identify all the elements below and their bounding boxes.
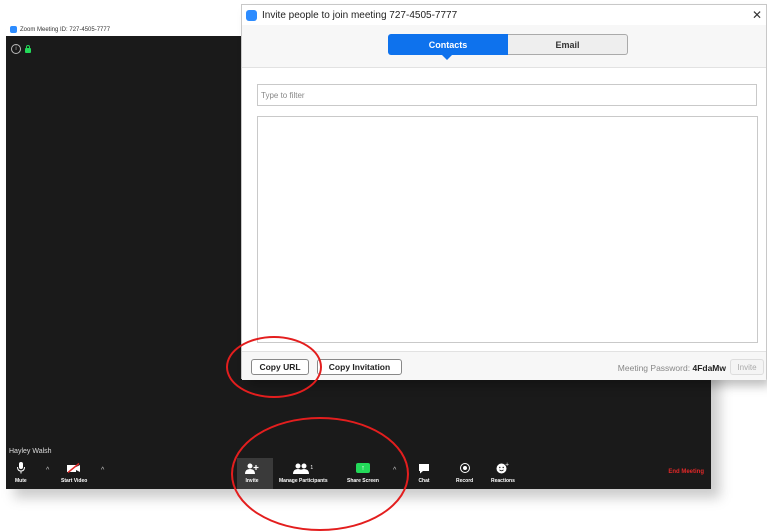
mute-label: Mute xyxy=(15,478,27,484)
invite-tab-header: Contacts Email xyxy=(242,25,766,68)
participant-name: Hayley Walsh xyxy=(9,448,52,455)
meeting-title: Zoom Meeting ID: 727-4505-7777 xyxy=(20,26,111,33)
zoom-logo-icon xyxy=(10,26,17,33)
lock-icon[interactable] xyxy=(25,45,31,53)
filter-input[interactable] xyxy=(257,84,757,106)
info-icon[interactable]: i xyxy=(11,44,21,54)
record-label: Record xyxy=(456,478,474,484)
contacts-list[interactable] xyxy=(257,116,758,343)
invite-dialog-titlebar: Invite people to join meeting 727-4505-7… xyxy=(242,5,766,25)
microphone-icon xyxy=(16,461,25,475)
audio-options-chevron-up-icon[interactable]: ^ xyxy=(46,467,49,474)
smiley-plus-icon: + xyxy=(496,461,509,475)
start-video-button[interactable]: Start Video xyxy=(61,461,87,484)
tab-email[interactable]: Email xyxy=(508,34,628,55)
tab-contacts[interactable]: Contacts xyxy=(388,34,508,60)
meeting-status-icons: i xyxy=(11,44,31,54)
reactions-button[interactable]: + Reactions xyxy=(491,461,515,484)
svg-text:+: + xyxy=(505,462,509,468)
zoom-logo-icon xyxy=(246,9,257,21)
meeting-password: Meeting Password: 4FdaMw xyxy=(618,363,726,373)
meeting-password-value: 4FdaMw xyxy=(692,363,726,373)
invite-tabs: Contacts Email xyxy=(388,34,628,60)
end-meeting-button[interactable]: End Meeting xyxy=(668,469,704,475)
invite-submit-button[interactable]: Invite xyxy=(730,359,764,375)
mute-button[interactable]: Mute xyxy=(15,461,27,484)
reactions-label: Reactions xyxy=(491,478,515,484)
record-button[interactable]: Record xyxy=(456,461,473,484)
chat-button[interactable]: Chat xyxy=(418,461,430,484)
copy-invitation-button[interactable]: Copy Invitation xyxy=(317,359,402,375)
video-off-icon xyxy=(67,461,81,475)
record-icon xyxy=(459,463,470,473)
invite-dialog: Invite people to join meeting 727-4505-7… xyxy=(241,4,767,380)
video-options-chevron-up-icon[interactable]: ^ xyxy=(101,467,104,474)
start-video-label: Start Video xyxy=(61,478,88,484)
invite-dialog-title: Invite people to join meeting 727-4505-7… xyxy=(262,9,458,21)
chat-label: Chat xyxy=(418,478,430,484)
meeting-password-label: Meeting Password: xyxy=(617,363,691,373)
toolbar-annotation-circle xyxy=(231,417,409,531)
copy-url-annotation-circle xyxy=(226,336,322,398)
close-icon[interactable]: ✕ xyxy=(752,8,762,22)
chat-icon xyxy=(418,461,430,475)
